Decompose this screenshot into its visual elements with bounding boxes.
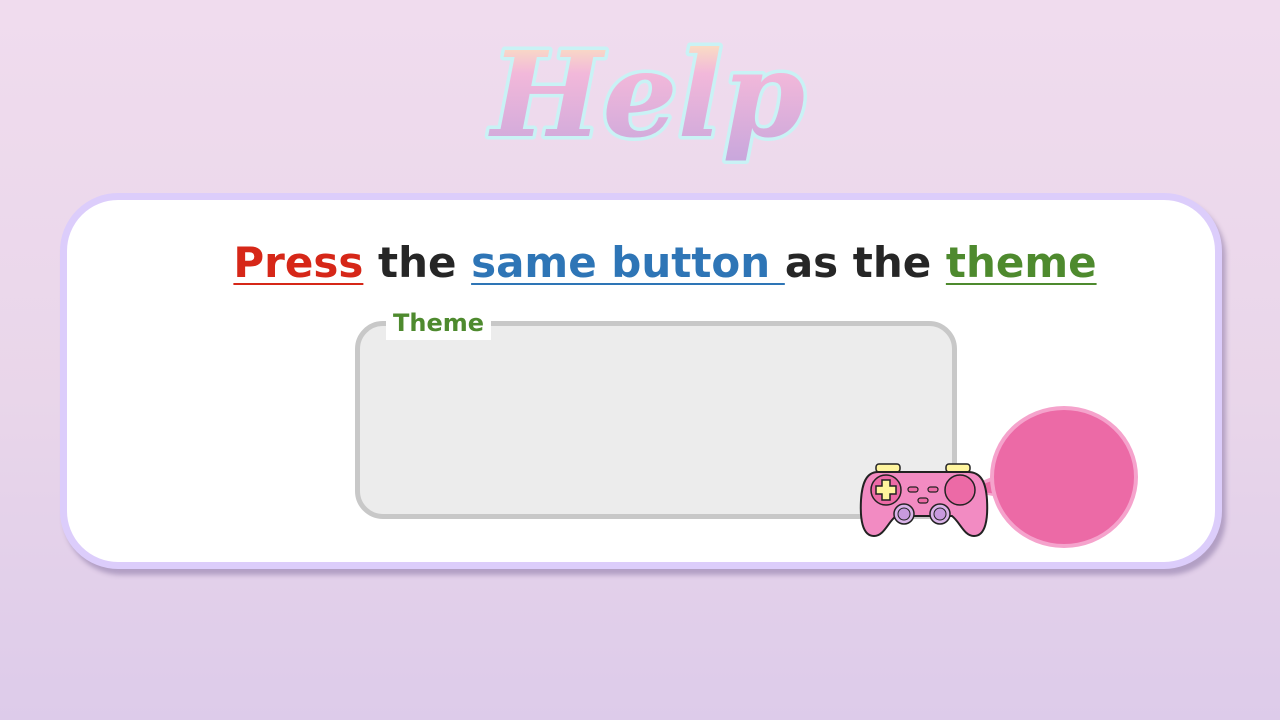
instruction-word-the: the — [363, 238, 472, 287]
theme-label: Theme — [386, 306, 492, 340]
instruction-word-press: Press — [233, 238, 364, 287]
instruction-text: Press the same button as the theme — [0, 233, 1280, 293]
instruction-word-theme: theme — [945, 238, 1097, 287]
help-title-text: Help — [488, 25, 805, 164]
help-title: Help — [470, 8, 820, 183]
instruction-word-same-button: same button — [471, 238, 785, 287]
gamepad-icon — [856, 460, 992, 542]
speech-bubble-icon[interactable] — [990, 406, 1138, 548]
instruction-word-as-the: as the — [784, 238, 946, 287]
